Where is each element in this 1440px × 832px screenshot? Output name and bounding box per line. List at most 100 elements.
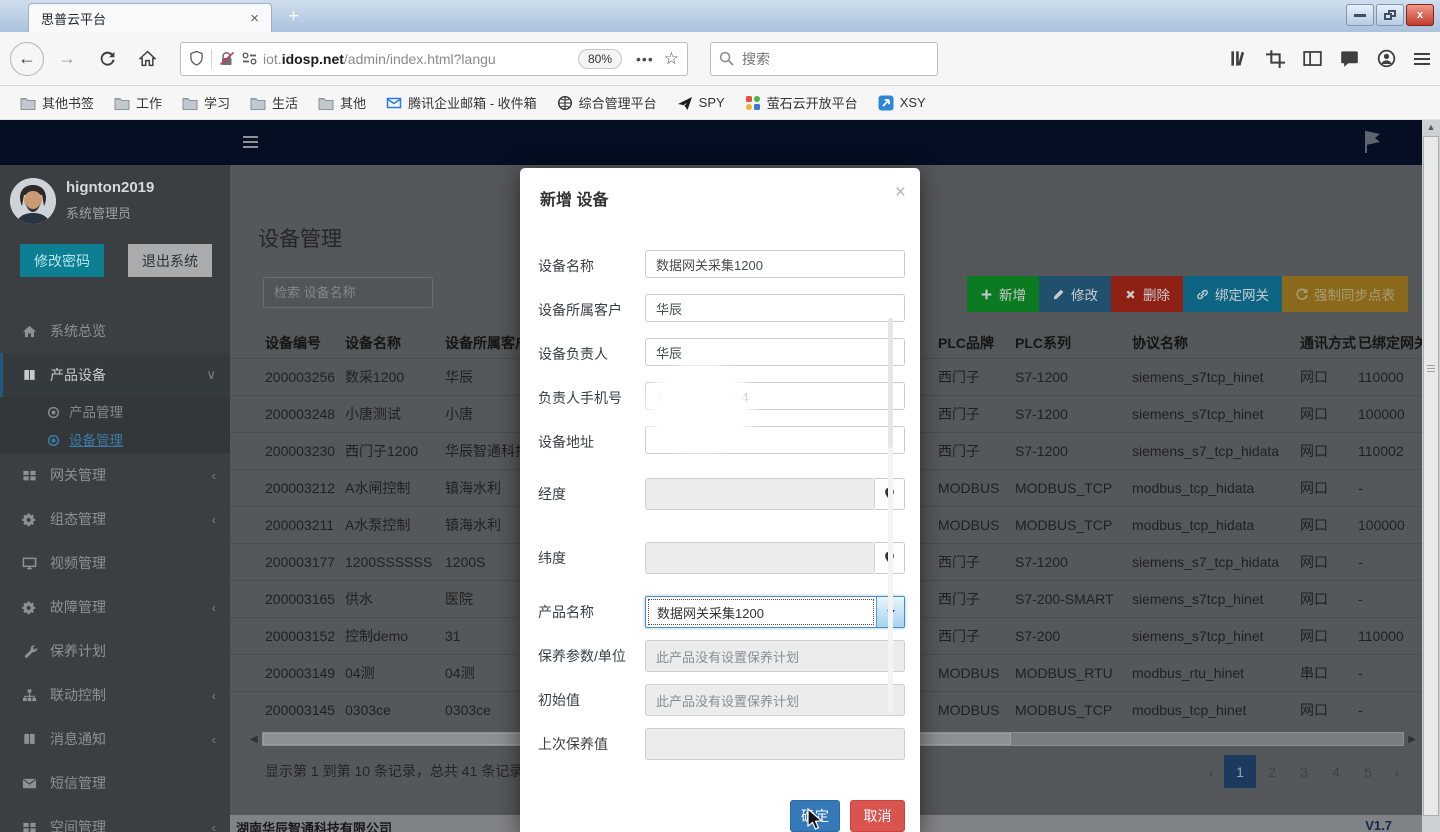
sidebar-item[interactable]: 消息通知 ‹ — [0, 717, 230, 761]
sidebar-item[interactable]: 短信管理 — [0, 761, 230, 805]
bookmark-item[interactable]: 综合管理平台 — [549, 90, 665, 115]
bookmark-item[interactable]: XSY — [870, 92, 934, 114]
scroll-left-icon[interactable]: ◀ — [250, 734, 262, 745]
bookmark-item[interactable]: SPY — [669, 92, 733, 114]
bookmark-item[interactable]: 腾讯企业邮箱 - 收件箱 — [378, 90, 545, 115]
col-plc-brand[interactable]: PLC品牌 — [938, 328, 1012, 358]
modal-close-icon[interactable]: × — [895, 182, 906, 204]
language-flag-icon[interactable] — [1362, 128, 1384, 154]
zoom-level-badge[interactable]: 80% — [578, 49, 622, 69]
sidebar-toggle-icon[interactable] — [1303, 49, 1322, 68]
sitemap-icon — [22, 688, 37, 703]
field-latitude: 纬度 — [520, 542, 920, 574]
toolbar-button[interactable]: 绑定网关 — [1183, 276, 1282, 312]
avatar[interactable] — [10, 178, 56, 224]
bookmark-item[interactable]: 学习 — [174, 90, 238, 115]
library-icon[interactable] — [1229, 49, 1248, 68]
tab-close-icon[interactable]: × — [246, 10, 263, 27]
bookmark-item[interactable]: 其他 — [310, 90, 374, 115]
col-device-id[interactable]: 设备编号 — [265, 328, 345, 358]
col-gateway[interactable]: 已绑定网关 — [1358, 328, 1422, 358]
url-bar[interactable]: iot.idosp.net/admin/index.html?langu 80%… — [180, 42, 688, 76]
sidebar-item[interactable]: 设备管理 — [0, 425, 230, 453]
page-actions-icon[interactable]: ••• — [636, 51, 654, 67]
cancel-button[interactable]: 取消 — [850, 800, 905, 832]
browser-search[interactable] — [710, 42, 938, 76]
sidebar-item[interactable]: 系统总览 — [0, 309, 230, 353]
device-name-input[interactable] — [645, 250, 905, 278]
sidebar-item[interactable]: 空间管理 ‹ — [0, 805, 230, 832]
device-search-input[interactable] — [263, 277, 433, 308]
toolbar-button[interactable]: 强制同步点表 — [1282, 276, 1408, 312]
minimize-button[interactable] — [1346, 4, 1374, 26]
restore-button[interactable] — [1376, 4, 1404, 26]
address-input[interactable] — [645, 426, 905, 454]
account-icon[interactable] — [1377, 49, 1396, 68]
col-comm[interactable]: 通讯方式 — [1300, 328, 1356, 358]
sidebar-item[interactable]: 故障管理 ‹ — [0, 585, 230, 629]
sidebar-item[interactable]: 视频管理 — [0, 541, 230, 585]
permissions-icon[interactable] — [242, 52, 257, 65]
page-button[interactable]: 3 — [1288, 755, 1320, 788]
tracking-shield-icon[interactable] — [189, 50, 204, 67]
prev-page-icon[interactable]: ‹ — [1198, 764, 1224, 780]
page-button[interactable]: 4 — [1320, 755, 1352, 788]
col-device-name[interactable]: 设备名称 — [345, 328, 443, 358]
back-button[interactable]: ← — [10, 42, 44, 76]
sidebar-item[interactable]: 保养计划 — [0, 629, 230, 673]
close-button[interactable]: x — [1406, 4, 1434, 26]
next-page-icon[interactable]: › — [1384, 764, 1410, 780]
mouse-cursor — [806, 808, 824, 832]
spy-icon — [677, 95, 693, 111]
screenshot-icon[interactable] — [1266, 49, 1285, 68]
bookmark-star-icon[interactable]: ☆ — [664, 49, 679, 69]
page-button[interactable]: 2 — [1256, 755, 1288, 788]
new-tab-button[interactable]: + — [288, 6, 299, 28]
vertical-scrollbar[interactable]: ▲ — [1422, 120, 1440, 832]
toolbar-button[interactable]: 修改 — [1039, 276, 1111, 312]
grid-icon — [22, 468, 37, 483]
scroll-right-icon[interactable]: ▶ — [1404, 734, 1416, 745]
scroll-up-icon[interactable]: ▲ — [1422, 122, 1440, 132]
logout-button[interactable]: 退出系统 — [128, 244, 212, 277]
folder-icon — [250, 95, 266, 111]
bookmark-item[interactable]: 工作 — [106, 90, 170, 115]
customer-input[interactable] — [645, 294, 905, 322]
sidebar-collapse-icon[interactable] — [243, 136, 258, 148]
home-button[interactable] — [130, 42, 164, 76]
toolbar-button[interactable]: 删除 — [1111, 276, 1183, 312]
sidebar-item[interactable]: 网关管理 ‹ — [0, 453, 230, 497]
change-password-button[interactable]: 修改密码 — [20, 244, 104, 277]
sidebar-item[interactable]: 产品管理 — [0, 397, 230, 425]
toolbar-button[interactable]: 新增 — [967, 276, 1039, 312]
last-maintain-input — [645, 728, 905, 760]
owner-input[interactable] — [645, 338, 905, 366]
modal-footer: 确定 取消 — [520, 800, 920, 832]
bookmark-item[interactable]: 萤石云开放平台 — [737, 90, 866, 115]
chat-bubble-icon[interactable] — [1340, 49, 1359, 68]
product-select[interactable]: 数据网关采集1200 — [645, 596, 905, 628]
modal-scrollbar[interactable] — [888, 318, 893, 714]
longitude-input — [645, 478, 875, 510]
page-button[interactable]: 5 — [1352, 755, 1384, 788]
phone-input[interactable]: 1 04 — [645, 382, 905, 410]
bookmark-item[interactable]: 其他书签 — [12, 90, 102, 115]
sidebar-item[interactable]: 产品设备 ∨ — [0, 353, 230, 397]
col-protocol[interactable]: 协议名称 — [1132, 328, 1294, 358]
xsy-icon — [878, 95, 894, 111]
search-input[interactable] — [742, 51, 902, 67]
page-button[interactable]: 1 — [1224, 755, 1256, 788]
menu-icon[interactable] — [1414, 53, 1430, 65]
reload-button[interactable] — [90, 42, 124, 76]
sidebar-item[interactable]: 联动控制 ‹ — [0, 673, 230, 717]
col-plc-series[interactable]: PLC系列 — [1015, 328, 1129, 358]
bookmark-item[interactable]: 生活 — [242, 90, 306, 115]
dot-circle-icon — [46, 433, 59, 446]
browser-tab[interactable]: 思普云平台 × — [28, 3, 272, 32]
sidebar-item[interactable]: 组态管理 ‹ — [0, 497, 230, 541]
url-text[interactable]: iot.idosp.net/admin/index.html?langu — [263, 51, 578, 67]
screen: 思普云平台 × + x ← → — [0, 0, 1440, 832]
scrollbar-thumb[interactable] — [1423, 136, 1439, 816]
insecure-lock-icon[interactable] — [219, 51, 235, 67]
forward-button[interactable]: → — [50, 42, 84, 76]
